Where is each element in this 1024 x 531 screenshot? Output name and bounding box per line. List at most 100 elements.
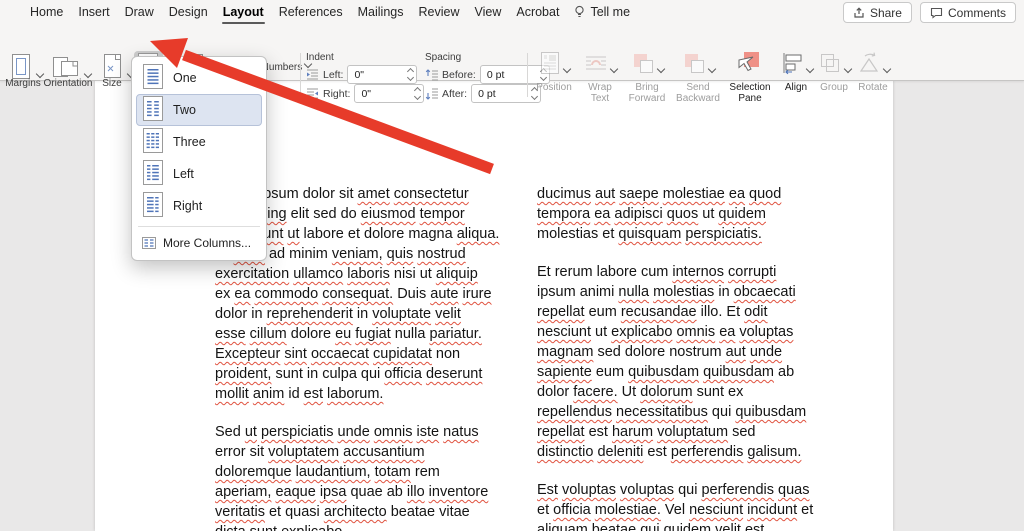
tell-me-label: Tell me [590,5,630,19]
misspelled-word: veritatis [215,504,265,520]
group-objects-icon [818,51,842,75]
more-columns-icon [142,237,156,249]
indent-left-icon [306,69,319,80]
misspelled-word: explicabo. [281,524,346,531]
misspelled-word: ut [287,226,299,242]
misspelled-word: commodo [255,286,319,302]
rotate-button: Rotate [852,51,894,94]
misspelled-word: voluptate [372,306,431,322]
tab-view[interactable]: View [474,5,501,19]
size-icon [101,53,125,80]
tab-review[interactable]: Review [418,5,459,19]
comments-label: Comments [948,6,1006,20]
misspelled-word: necessitatibus [616,404,708,420]
selection-pane-button[interactable]: Selection Pane [724,51,776,104]
misspelled-word: deserunt [426,366,482,382]
misspelled-word: facere. [573,384,617,400]
misspelled-word: molestiae [663,186,725,202]
position-button: Position [531,51,577,94]
misspelled-word: nulla [618,284,649,300]
orientation-icon [52,53,82,80]
stepper[interactable] [408,69,414,80]
misspelled-word: tempora [537,206,590,222]
misspelled-word: cillum [250,326,287,342]
tab-references[interactable]: References [279,5,343,19]
misspelled-word: sint [284,346,307,362]
document-line: dolor in reprehenderit in voluptate veli… [215,304,515,324]
misspelled-word: adipisci [614,206,662,222]
misspelled-word: natus [443,424,478,440]
selection-pane-icon [737,51,763,75]
misspelled-word: repellat [537,424,585,440]
comments-button[interactable]: Comments [920,2,1016,23]
menu-item-label: Right [173,199,202,213]
document-line: molestias et quisquam perspiciatis. [537,224,837,244]
misspelled-word: officia [384,366,422,382]
misspelled-word: aperiam, [215,484,271,500]
misspelled-word: architecto [324,504,387,520]
menu-item-three[interactable]: Three [136,126,262,158]
spacing-after-icon [425,88,438,100]
misspelled-word: internos [672,264,724,280]
document-line: ducimus aut saepe molestiae ea quod [537,184,837,204]
menu-item-left[interactable]: Left [136,158,262,190]
chevron-down-icon [271,81,279,89]
misspelled-word: consequat. [322,286,393,302]
menu-item-label: Left [173,167,194,181]
misspelled-word: occaecat [311,346,369,362]
misspelled-word: irure [463,286,492,302]
misspelled-word: unde [750,344,782,360]
align-icon [780,51,804,75]
menu-item-label: Two [173,103,196,117]
misspelled-word: aut [726,344,746,360]
misspelled-word: perferendis [671,444,744,460]
document-line: Excepteur sint occaecat cupidatat non [215,344,515,364]
misspelled-word: corrupti [728,264,776,280]
bring-forward-button: Bring Forward [622,51,672,104]
columns-one-icon [143,64,163,92]
bring-forward-icon [631,51,655,75]
misspelled-word: Excepteur [215,346,280,362]
misspelled-word: perspiciatis. [685,226,762,242]
document-line: sapiente eum quibusdam quibusdam ab [537,362,837,382]
tab-home[interactable]: Home [30,5,63,19]
indent-left-input[interactable]: 0" [347,65,417,84]
misspelled-word: quis [387,246,414,262]
misspelled-word: reprehenderit [267,306,353,322]
tab-insert[interactable]: Insert [78,5,109,19]
misspelled-word: quidem [664,522,712,531]
tab-mailings[interactable]: Mailings [358,5,404,19]
indent-right-icon [306,88,319,99]
menu-item-right[interactable]: Right [136,190,262,222]
size-label: Size [92,78,132,89]
tab-acrobat[interactable]: Acrobat [516,5,559,19]
document-line: ex ea commodo consequat. Duis aute irure [215,284,515,304]
menu-item-two[interactable]: Two [136,94,262,126]
misspelled-word: tempor [420,206,465,222]
misspelled-word: inventore [429,484,489,500]
misspelled-word: sapiente [537,364,592,380]
tab-draw[interactable]: Draw [125,5,154,19]
document-line: veritatis et quasi architecto beatae vit… [215,502,515,522]
indent-right-input[interactable]: 0" [354,84,424,103]
share-icon [853,7,865,19]
misspelled-word: nesciunt [689,502,743,518]
chevron-down-icon [36,70,44,78]
wrap-text-icon [584,51,608,75]
document-line: Et rerum labore cum internos corrupti [537,262,837,282]
tab-tell-me[interactable]: Tell me [574,5,630,19]
share-button[interactable]: Share [843,2,912,23]
columns-left-icon [143,160,163,188]
misspelled-word: deleniti [597,444,643,460]
misspelled-word: Est [537,482,558,498]
document-line: et officia molestiae. Vel nesciunt incid… [537,500,837,520]
misspelled-word: mollit [215,386,249,402]
stepper[interactable] [415,88,421,99]
group-separator [300,53,301,97]
tab-layout[interactable]: Layout [223,5,264,19]
misspelled-word: exercitation [215,266,289,282]
tab-design[interactable]: Design [169,5,208,19]
menu-item-one[interactable]: One [136,62,262,94]
menu-item-more-columns[interactable]: More Columns... [136,231,262,255]
align-button[interactable]: Align [776,51,816,94]
